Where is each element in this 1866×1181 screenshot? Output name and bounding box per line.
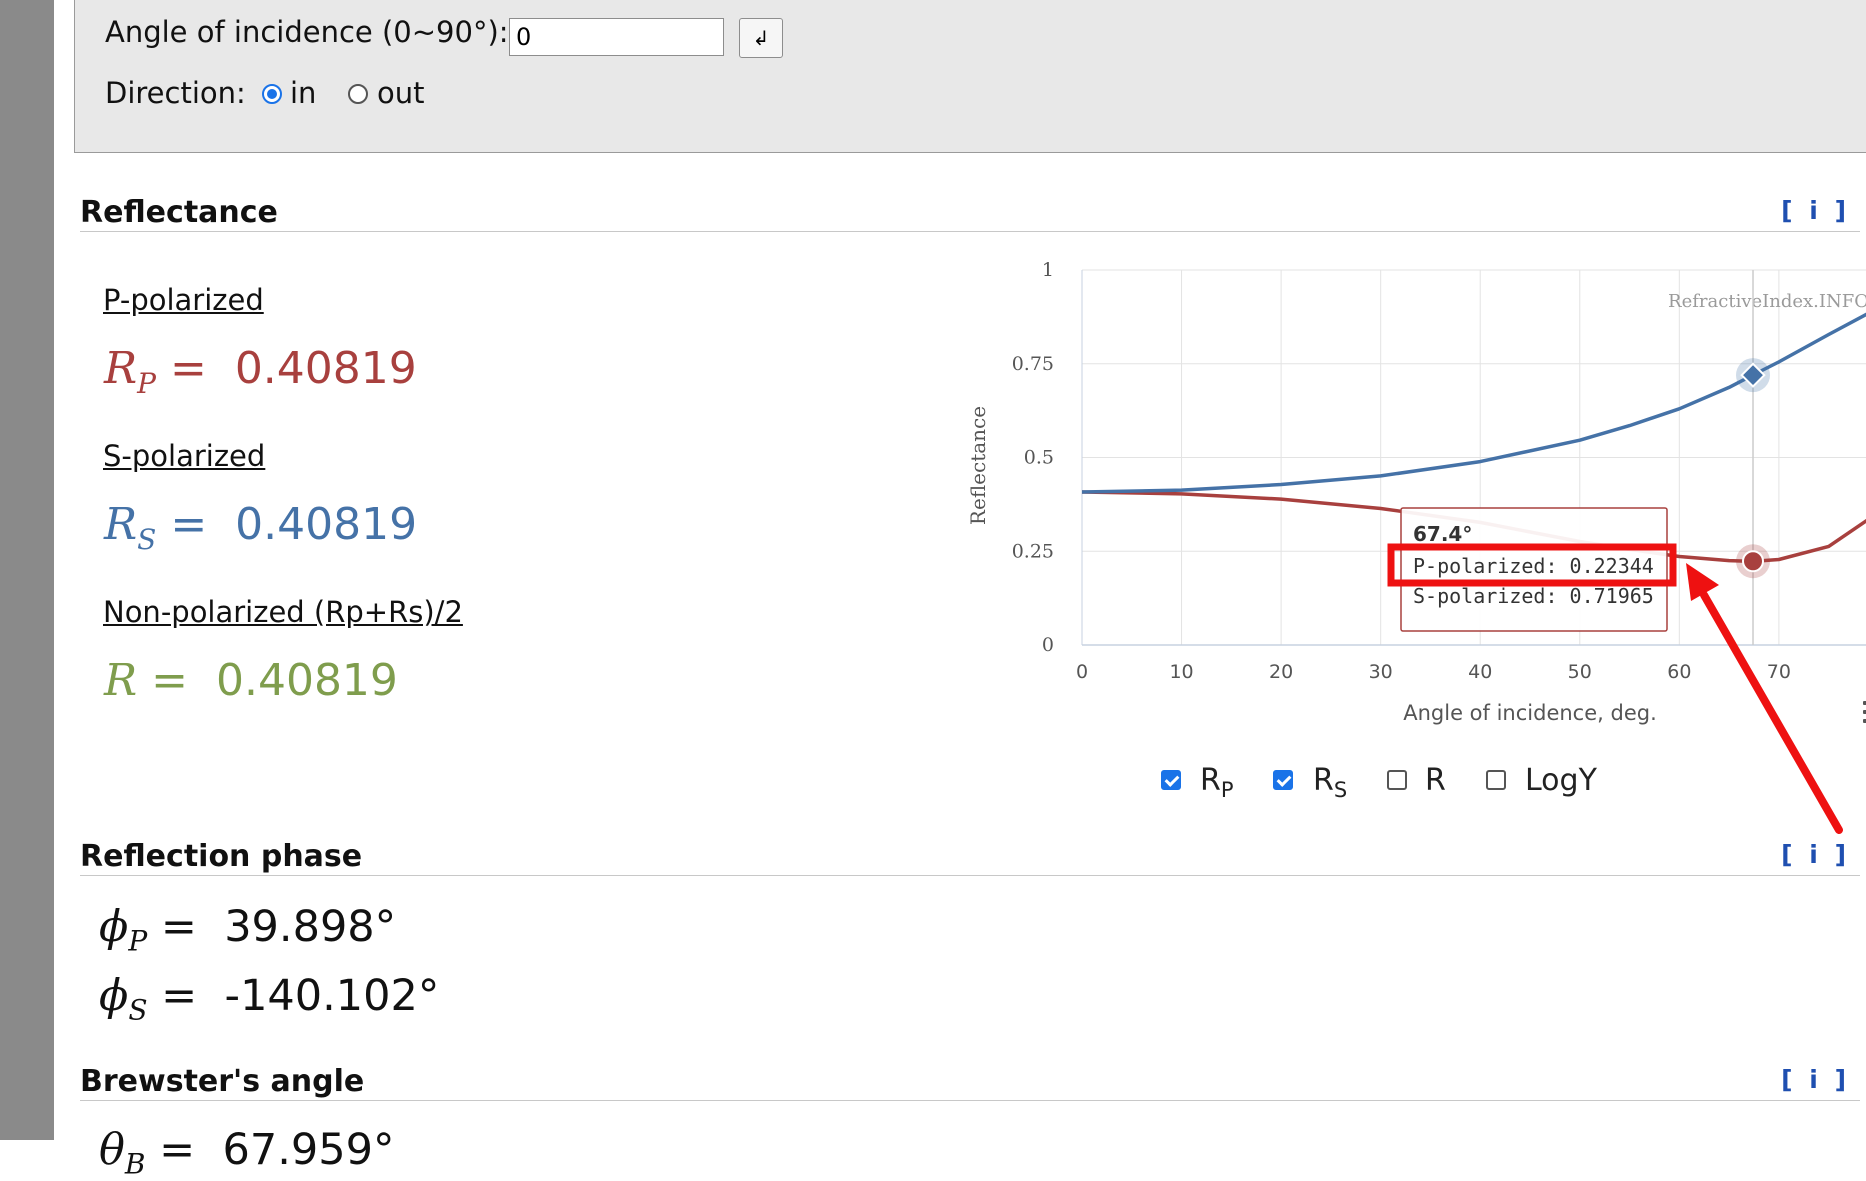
divider [80,875,1860,876]
logy-checkbox[interactable] [1486,770,1506,790]
rs-value: 0.40819 [235,499,418,550]
phi-p-value: 39.898° [224,902,397,952]
p-polarized-label: P-polarized [103,283,264,317]
rp-formula: RP = 0.40819 [104,343,417,400]
rs-toggle-text: R [1313,763,1334,798]
left-sidebar [0,0,54,1140]
x-tick-label: 20 [1269,661,1293,683]
brewster-value: 67.959° [222,1125,395,1175]
s-polarized-label: S-polarized [103,439,266,473]
rp-toggle-text: R [1200,763,1221,798]
annotation-arrow [1686,563,1843,834]
divider [80,231,1860,232]
x-tick-label: 60 [1667,661,1691,683]
reflectance-chart[interactable]: 010203040506070809000.250.50.751Angle of… [914,240,1866,850]
rp-checkbox[interactable] [1161,770,1181,790]
y-tick-label: 0 [1042,634,1054,656]
x-axis-title: Angle of incidence, deg. [1403,701,1657,725]
enter-button[interactable]: ↲ [739,18,783,58]
input-panel: Angle of incidence (0~90°): ↲ Direction:… [74,0,1866,153]
direction-in-radio[interactable] [262,84,282,104]
angle-input[interactable] [509,18,724,56]
brewster-formula: θB = 67.959° [99,1125,395,1181]
phi-p-formula: ϕP = 39.898° [99,902,397,958]
rs-toggle-label: RS [1313,763,1347,802]
r-toggle-label: R [1425,763,1446,798]
y-tick-label: 1 [1042,259,1054,281]
reflectance-title: Reflectance [80,195,278,230]
phase-info-link[interactable]: [ i ] [1781,840,1850,869]
x-tick-label: 0 [1076,661,1088,683]
x-tick-label: 50 [1568,661,1592,683]
r-value: 0.40819 [215,655,398,706]
x-tick-label: 40 [1468,661,1492,683]
y-tick-label: 0.25 [1012,540,1054,562]
direction-label: Direction: [105,76,246,110]
x-tick-label: 10 [1169,661,1193,683]
non-polarized-label: Non-polarized (Rp+Rs)/2 [103,595,463,629]
r-formula: R = 0.40819 [104,655,398,706]
brewster-title: Brewster's angle [80,1064,365,1099]
x-tick-label: 30 [1369,661,1393,683]
reflectance-info-link[interactable]: [ i ] [1781,196,1850,225]
main-content: Angle of incidence (0~90°): ↲ Direction:… [54,0,1866,1181]
chart-watermark: RefractiveIndex.INFO [1668,291,1866,312]
tooltip-p-line: P-polarized: 0.22344 [1413,554,1654,578]
rs-formula: RS = 0.40819 [104,499,418,556]
y-axis-title: Reflectance [966,406,990,525]
chart-tooltip: 67.4° P-polarized: 0.22344 S-polarized: … [1387,507,1677,632]
marker-p-polarized [1742,550,1765,573]
brewster-info-link[interactable]: [ i ] [1781,1065,1850,1094]
x-tick-label: 70 [1767,661,1791,683]
rs-checkbox[interactable] [1273,770,1293,790]
rp-value: 0.40819 [234,343,417,394]
rs-toggle-sub: S [1333,778,1348,802]
direction-out-radio[interactable] [348,84,368,104]
y-tick-label: 0.75 [1012,353,1054,375]
rp-toggle-label: RP [1200,763,1234,802]
logy-toggle-label: LogY [1525,763,1597,798]
phi-s-value: -140.102° [224,971,440,1021]
rp-toggle-sub: P [1220,778,1234,802]
tooltip-x-label: 67.4° [1413,522,1472,546]
y-tick-label: 0.5 [1024,447,1054,469]
phi-s-formula: ϕS = -140.102° [99,971,440,1027]
divider [80,1100,1860,1101]
reflection-phase-title: Reflection phase [80,839,363,874]
angle-label: Angle of incidence (0~90°): [105,15,509,49]
direction-in-label: in [290,76,317,110]
direction-out-label: out [377,76,425,110]
tooltip-s-line: S-polarized: 0.71965 [1413,584,1654,608]
r-checkbox[interactable] [1387,770,1407,790]
